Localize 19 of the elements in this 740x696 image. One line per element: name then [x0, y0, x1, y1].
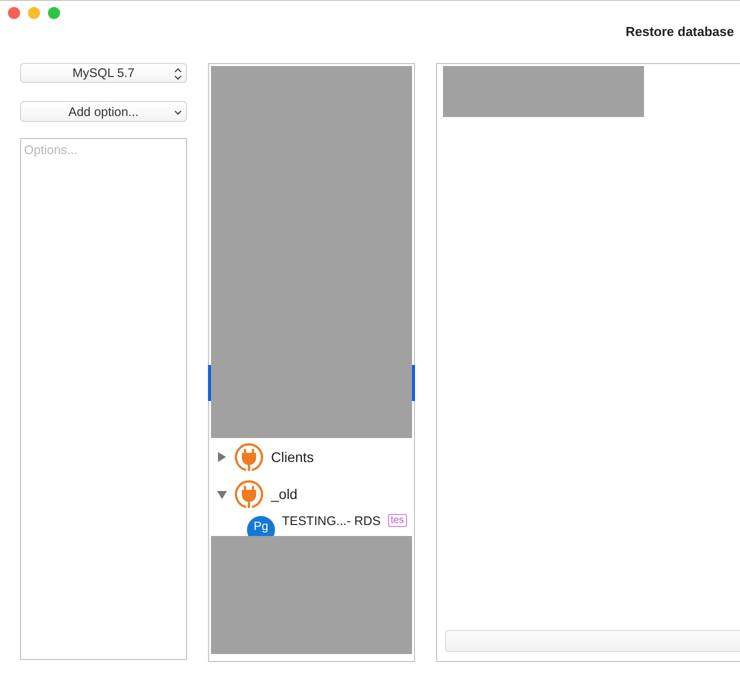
- expand-arrow-icon[interactable]: [217, 452, 227, 462]
- options-field[interactable]: Options...: [20, 138, 187, 660]
- tag-label: tes: [388, 514, 407, 527]
- collapse-arrow-icon[interactable]: [217, 488, 227, 498]
- selection-highlight: [208, 365, 211, 401]
- version-select[interactable]: MySQL 5.7: [20, 63, 187, 83]
- selection-highlight: [412, 365, 415, 401]
- group-label[interactable]: Clients: [271, 448, 314, 464]
- window-control[interactable]: [8, 7, 20, 19]
- database-badge: Pg: [247, 516, 275, 536]
- add-option-select[interactable]: Add option...: [20, 101, 187, 122]
- plug-icon: [233, 440, 265, 472]
- window-control[interactable]: [48, 7, 60, 19]
- group-label[interactable]: _old: [271, 486, 298, 502]
- plug-icon: [233, 478, 265, 510]
- window-control[interactable]: [28, 7, 40, 19]
- window-title: Restore database: [626, 24, 734, 39]
- stepper-icon: [174, 68, 182, 80]
- connection-name[interactable]: TESTING...- RDS: [282, 514, 381, 528]
